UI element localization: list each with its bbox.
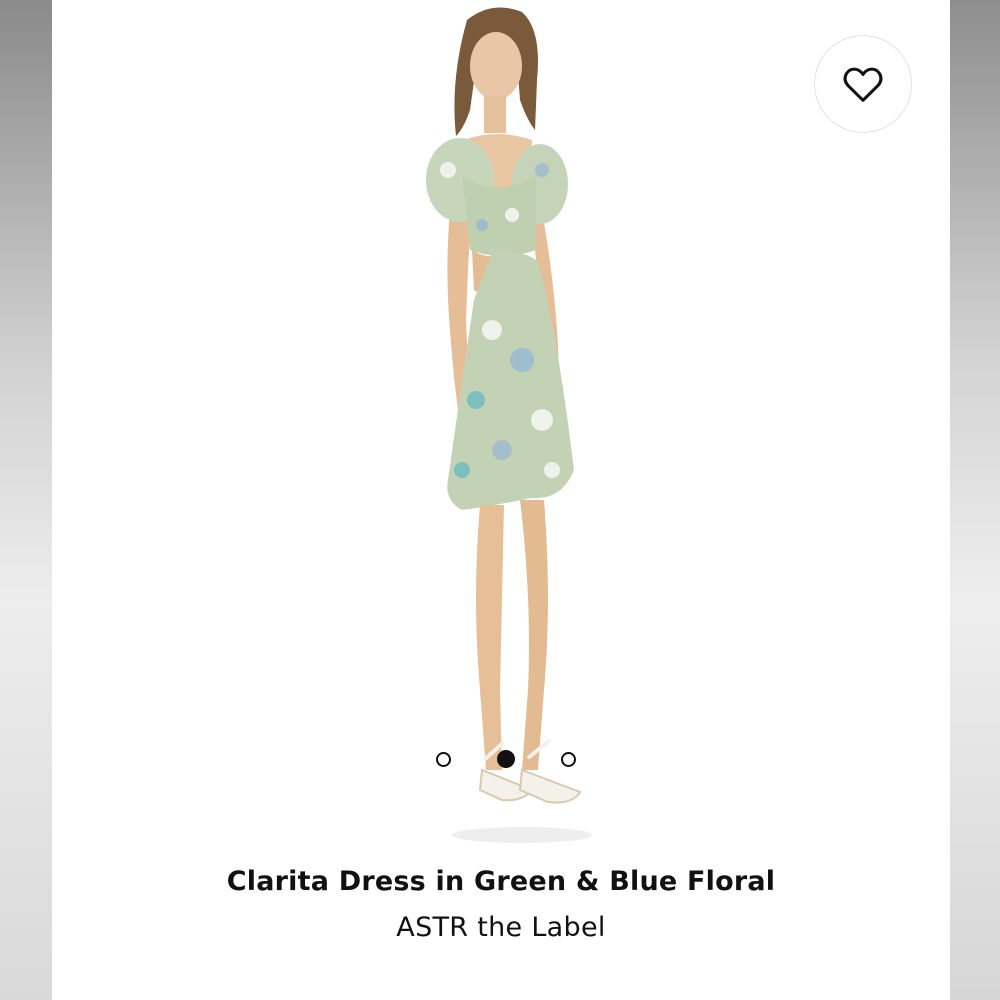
product-card: Clarita Dress in Green & Blue Floral AST… <box>52 0 950 1000</box>
screenshot-frame: Clarita Dress in Green & Blue Floral AST… <box>0 0 1000 1000</box>
carousel-dot-active[interactable] <box>497 750 515 768</box>
carousel-dot[interactable] <box>561 751 576 767</box>
left-letterbox <box>0 0 52 1000</box>
favorite-button[interactable] <box>814 35 912 133</box>
heart-outline-icon <box>843 67 883 102</box>
brand-name[interactable]: ASTR the Label <box>52 912 950 943</box>
product-image[interactable] <box>352 0 632 860</box>
right-letterbox <box>950 0 1000 1000</box>
carousel-indicator <box>436 749 576 769</box>
carousel-dot[interactable] <box>436 751 451 767</box>
product-title[interactable]: Clarita Dress in Green & Blue Floral <box>52 866 950 897</box>
